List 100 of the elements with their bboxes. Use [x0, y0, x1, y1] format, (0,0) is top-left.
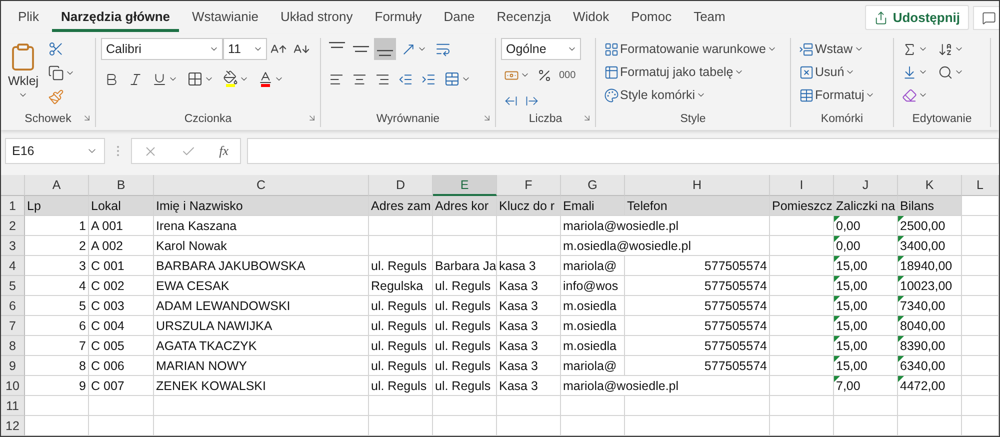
ribbon-tab[interactable]: Widok [564, 3, 618, 32]
ribbon-tab[interactable]: Wstawianie [183, 3, 268, 32]
table-cell[interactable]: 9 [25, 376, 89, 396]
column-title-cell[interactable]: Imię i Nazwisko [154, 196, 369, 216]
table-cell[interactable]: C 003 [89, 296, 154, 316]
table-cell[interactable]: ADAM LEWANDOWSKI [154, 296, 369, 316]
table-cell[interactable]: C 004 [89, 316, 154, 336]
table-cell[interactable]: info@wos [561, 276, 625, 296]
table-cell[interactable]: 2500,00 [898, 216, 962, 236]
table-cell[interactable]: 577505574 [625, 316, 770, 336]
row-header[interactable]: 1 [1, 196, 25, 216]
table-cell[interactable]: C 005 [89, 336, 154, 356]
table-cell[interactable]: 18940,00 [898, 256, 962, 276]
column-title-cell[interactable]: Klucz do r [497, 196, 561, 216]
cells-button[interactable]: Formatuj [796, 84, 878, 106]
name-box[interactable]: E16 [5, 138, 105, 164]
cells-button[interactable]: Wstaw [796, 38, 878, 60]
table-cell[interactable]: 15,00 [834, 256, 898, 276]
share-button[interactable]: Udostępnij [864, 5, 969, 30]
table-cell[interactable]: Kasa 3 [497, 296, 561, 316]
ribbon-tab[interactable]: Układ strony [272, 3, 362, 32]
table-cell[interactable]: m.osiedla [561, 336, 625, 356]
row-header[interactable]: 5 [1, 276, 25, 296]
column-title-cell[interactable]: Lp [25, 196, 89, 216]
table-cell[interactable]: 7340,00 [898, 296, 962, 316]
table-cell[interactable]: EWA CESAK [154, 276, 369, 296]
table-cell[interactable]: AGATA TKACZYK [154, 336, 369, 356]
row-header[interactable]: 12 [1, 416, 25, 436]
table-cell[interactable]: mariola@ [561, 256, 625, 276]
table-cell[interactable]: 8 [25, 356, 89, 376]
table-cell[interactable]: ul. Reguls [369, 256, 433, 276]
font-name-dropdown[interactable]: Calibri [101, 38, 223, 60]
row-header[interactable]: 11 [1, 396, 25, 416]
table-cell[interactable]: 0,00 [834, 216, 898, 236]
table-cell[interactable]: ZENEK KOWALSKI [154, 376, 369, 396]
insert-function-button[interactable]: fx [216, 140, 232, 162]
table-cell[interactable]: ul. Reguls [369, 336, 433, 356]
table-cell[interactable]: kasa 3 [497, 256, 561, 276]
table-cell[interactable]: Kasa 3 [497, 356, 561, 376]
column-title-cell[interactable]: Pomieszcz [770, 196, 834, 216]
column-title-cell[interactable]: Emali [561, 196, 625, 216]
table-cell[interactable]: ul. Reguls [433, 316, 497, 336]
table-cell[interactable]: Kasa 3 [497, 336, 561, 356]
table-cell[interactable]: ul. Reguls [369, 296, 433, 316]
table-cell[interactable]: 1 [25, 216, 89, 236]
ribbon-tab[interactable]: Team [684, 3, 734, 32]
row-header[interactable]: 4 [1, 256, 25, 276]
table-cell[interactable]: 15,00 [834, 296, 898, 316]
table-cell[interactable]: Kasa 3 [497, 376, 561, 396]
styles-button[interactable]: Style komórki [601, 84, 780, 106]
table-cell[interactable]: Regulska [369, 276, 433, 296]
font-size-dropdown[interactable]: 11 [223, 38, 267, 60]
table-cell[interactable]: 15,00 [834, 276, 898, 296]
column-header[interactable]: E [433, 175, 497, 196]
table-cell[interactable]: mariola@ [561, 356, 625, 376]
ribbon-tab[interactable]: Dane [434, 3, 484, 32]
table-cell[interactable]: ul. Reguls [433, 276, 497, 296]
ribbon-tab[interactable]: Plik [9, 3, 48, 32]
column-title-cell[interactable]: Lokal [89, 196, 154, 216]
table-cell[interactable]: ul. Reguls [433, 296, 497, 316]
table-cell[interactable]: BARBARA JAKUBOWSKA [154, 256, 369, 276]
row-header[interactable]: 9 [1, 356, 25, 376]
row-header[interactable]: 8 [1, 336, 25, 356]
table-cell[interactable]: 0,00 [834, 236, 898, 256]
table-cell[interactable]: Karol Nowak [154, 236, 369, 256]
table-cell[interactable]: 7,00 [834, 376, 898, 396]
table-cell[interactable]: 8040,00 [898, 316, 962, 336]
ribbon-tab[interactable]: Recenzja [488, 3, 560, 32]
table-cell[interactable]: 2 [25, 236, 89, 256]
table-cell[interactable]: 577505574 [625, 356, 770, 376]
row-header[interactable]: 2 [1, 216, 25, 236]
table-cell[interactable]: MARIAN NOWY [154, 356, 369, 376]
styles-button[interactable]: Formatowanie warunkowe [601, 38, 780, 60]
table-cell[interactable]: Kasa 3 [497, 316, 561, 336]
table-cell[interactable]: Kasa 3 [497, 276, 561, 296]
table-cell[interactable]: 6 [25, 316, 89, 336]
table-cell[interactable]: 3 [25, 256, 89, 276]
table-cell[interactable]: C 007 [89, 376, 154, 396]
table-cell[interactable]: m.osiedla@wosiedle.pl [561, 236, 770, 256]
column-title-cell[interactable]: Adres zam [369, 196, 433, 216]
column-title-cell[interactable]: Telefon [625, 196, 770, 216]
table-cell[interactable]: C 006 [89, 356, 154, 376]
table-cell[interactable]: 15,00 [834, 316, 898, 336]
table-cell[interactable]: 577505574 [625, 296, 770, 316]
table-cell[interactable]: 10023,00 [898, 276, 962, 296]
paste-button[interactable]: Wklej [6, 38, 41, 113]
table-cell[interactable]: mariola@wosiedle.pl [561, 376, 770, 396]
table-cell[interactable]: C 001 [89, 256, 154, 276]
table-cell[interactable]: URSZULA NAWIJKA [154, 316, 369, 336]
table-cell[interactable]: 577505574 [625, 276, 770, 296]
table-cell[interactable]: 4472,00 [898, 376, 962, 396]
table-cell[interactable]: 5 [25, 296, 89, 316]
table-cell[interactable]: ul. Reguls [369, 316, 433, 336]
table-cell[interactable]: ul. Reguls [369, 356, 433, 376]
table-cell[interactable]: m.osiedla [561, 296, 625, 316]
comments-button[interactable] [973, 6, 999, 30]
table-cell[interactable]: ul. Reguls [369, 376, 433, 396]
formula-input[interactable] [247, 138, 999, 164]
row-header[interactable]: 10 [1, 376, 25, 396]
table-cell[interactable]: 3400,00 [898, 236, 962, 256]
